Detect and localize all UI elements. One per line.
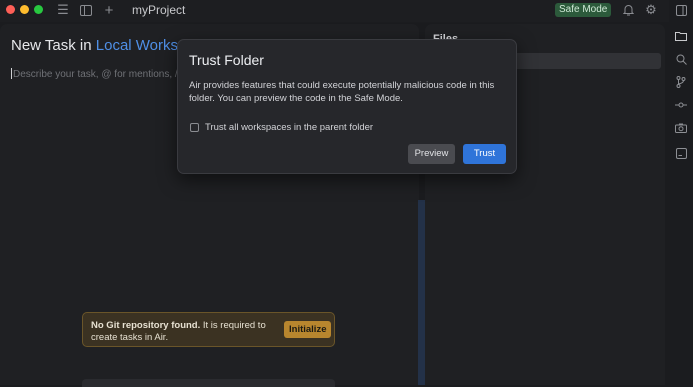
dialog-message: Air provides features that could execute… [189, 80, 495, 104]
layout-icon[interactable] [674, 3, 688, 17]
git-warning-text: No Git repository found. It is required … [91, 320, 281, 344]
task-description-input[interactable]: Describe your task, @ for mentions, / [11, 68, 178, 80]
camera-icon[interactable] [674, 121, 688, 135]
terminal-icon[interactable] [674, 146, 688, 160]
task-input-placeholder: Describe your task, @ for mentions, / [13, 69, 178, 80]
safe-mode-badge[interactable]: Safe Mode [555, 3, 612, 17]
trust-parent-label[interactable]: Trust all workspaces in the parent folde… [205, 122, 373, 133]
git-commit-icon[interactable] [674, 98, 688, 112]
task-title-prefix: New Task in [11, 37, 92, 54]
search-icon[interactable] [674, 52, 688, 66]
panel-icon[interactable] [79, 3, 93, 17]
bell-icon[interactable] [621, 3, 635, 17]
trust-folder-dialog: Trust Folder Air provides features that … [177, 39, 517, 174]
git-branch-icon[interactable] [674, 75, 688, 89]
maximize-window-button[interactable] [34, 5, 43, 14]
right-sidebar [669, 0, 693, 385]
dialog-title: Trust Folder [189, 52, 264, 68]
minimize-window-button[interactable] [20, 5, 29, 14]
trust-parent-checkbox[interactable] [190, 123, 199, 132]
git-warning-banner: No Git repository found. It is required … [82, 312, 335, 347]
git-warning-bold: No Git repository found. [91, 320, 201, 331]
composer-edge [82, 379, 335, 387]
close-window-button[interactable] [6, 5, 15, 14]
project-name[interactable]: myProject [132, 3, 185, 17]
preview-button[interactable]: Preview [408, 144, 455, 164]
folder-icon[interactable] [674, 29, 688, 43]
gear-icon[interactable]: ⚙ [644, 2, 658, 17]
text-caret [11, 68, 12, 79]
trust-button[interactable]: Trust [463, 144, 506, 164]
title-bar: ☰ + myProject Safe Mode ⚙ [0, 0, 693, 22]
plus-icon[interactable]: + [102, 2, 116, 19]
sidebar-toggle-icon[interactable]: ☰ [56, 2, 70, 17]
initialize-button[interactable]: Initialize [284, 321, 332, 338]
